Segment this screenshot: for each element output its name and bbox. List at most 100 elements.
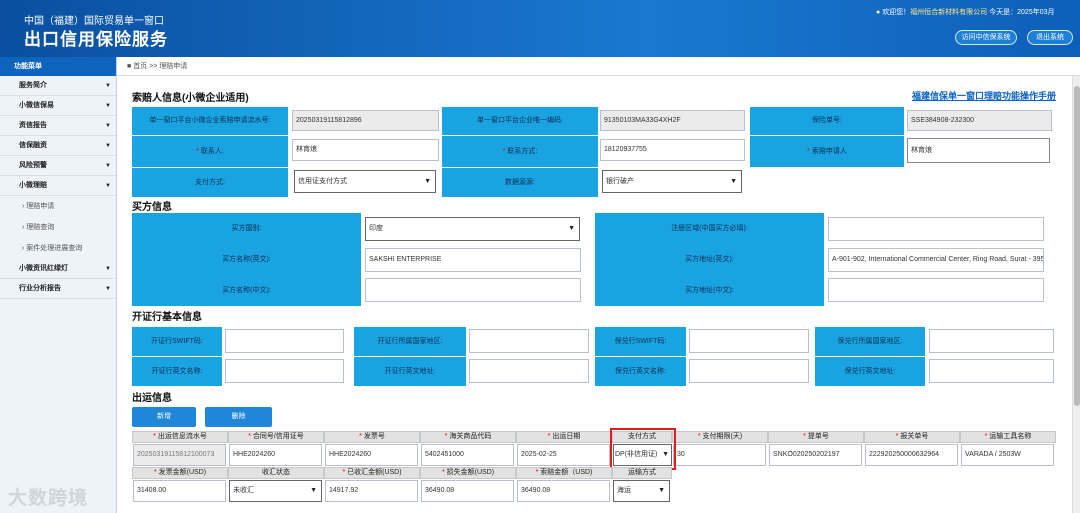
payment-label: 支付方式: xyxy=(132,168,288,197)
delete-shipment-button[interactable]: 删除 xyxy=(205,407,272,427)
sidebar-subitem[interactable]: › 理赔查询 xyxy=(0,217,116,238)
buyer-country-label: 买方国别: xyxy=(132,213,361,244)
contact-field[interactable]: 林育烺 xyxy=(292,139,439,161)
scrollbar-thumb[interactable] xyxy=(1074,86,1080,406)
buyer-country-select[interactable]: 印度 ▼ xyxy=(365,217,580,241)
manual-link[interactable]: 福建信保单一窗口理赔功能操作手册 xyxy=(912,89,1056,102)
sidebar-item-claims[interactable]: 小微理赔 ▼ xyxy=(0,176,116,196)
sidebar-item[interactable]: 风险预警 ▼ xyxy=(0,156,116,176)
sidebar-subitem-label: 案件处理进展查询 xyxy=(26,245,83,252)
confirming-swift-field[interactable] xyxy=(689,329,809,353)
issuing-swift-field[interactable] xyxy=(225,329,344,353)
sidebar-item[interactable]: 资信报告 ▼ xyxy=(0,116,116,136)
col-header-label: 索赔金额（USD) xyxy=(540,469,593,476)
buyer-address-en-field[interactable]: A-901-902, International Commercial Cent… xyxy=(828,248,1044,272)
col-header-label: 提单号 xyxy=(807,433,829,440)
payment-term-field[interactable]: 30 xyxy=(673,444,766,466)
issuing-name-field[interactable] xyxy=(225,359,344,383)
sidebar-item-label: 小微资讯红绿灯 xyxy=(19,265,68,272)
buyer-section-title: 买方信息 xyxy=(132,202,172,213)
col-header: * 已收汇金额(USD) xyxy=(324,467,420,479)
chevron-down-icon: ▼ xyxy=(105,163,111,169)
issuing-address-field[interactable] xyxy=(469,359,589,383)
bill-of-lading-field[interactable]: SNKO020250202197 xyxy=(769,444,862,466)
col-header: * 出运日期 xyxy=(516,431,612,443)
hs-code-field[interactable]: 5402451000 xyxy=(421,444,514,466)
issuing-country-label: 开证行所属国家地区: xyxy=(354,327,466,356)
col-header: * 损失金额(USD) xyxy=(420,467,516,479)
loss-amount-field[interactable]: 36490.08 xyxy=(421,480,514,502)
invoice-amount-field[interactable]: 31408.00 xyxy=(133,480,226,502)
policy-field[interactable]: SSE384908-232300 xyxy=(907,110,1052,131)
highlight-box xyxy=(610,428,676,470)
sidebar-subitem-label: 理赔查询 xyxy=(26,224,55,231)
invoice-no-field[interactable]: HHE2024260 xyxy=(325,444,418,466)
contact-label-text: 联系人: xyxy=(200,148,224,155)
issuing-address-label: 开证行英文地址: xyxy=(354,357,466,386)
sidebar-item[interactable]: 信保融资 ▼ xyxy=(0,136,116,156)
issuing-swift-label: 开证行SWIFT码: xyxy=(132,327,222,356)
issuing-country-field[interactable] xyxy=(469,329,589,353)
ship-date-field[interactable]: 2025-02-25 xyxy=(517,444,610,466)
chevron-down-icon: ▼ xyxy=(105,266,111,272)
col-header-label: 发票号 xyxy=(363,433,385,440)
col-header: * 海关商品代码 xyxy=(420,431,516,443)
contract-no-field[interactable]: HHE2024260 xyxy=(229,444,322,466)
logout-button[interactable]: 退出系统 xyxy=(1027,30,1073,45)
confirming-country-field[interactable] xyxy=(929,329,1054,353)
buyer-region-field[interactable] xyxy=(828,217,1044,241)
serial-field[interactable]: 20250319115812896 xyxy=(292,110,439,131)
shipment-serial-field[interactable]: 20250319115812100073 xyxy=(133,444,226,466)
confirming-address-field[interactable] xyxy=(929,359,1054,383)
vessel-name-field[interactable]: VARADA / 2503W xyxy=(961,444,1054,466)
buyer-name-en-field[interactable]: SAKSHI ENTERPRISE xyxy=(365,248,581,272)
buyer-name-en-label: 买方名称(英文): xyxy=(132,244,361,275)
transport-mode-select[interactable]: 海运 ▼ xyxy=(613,480,670,502)
sidebar-item-label: 行业分析报告 xyxy=(19,285,61,292)
serial-label: 单一窗口平台小微企业索赔申请流水号: xyxy=(132,107,288,135)
confirming-address-label: 保兑行英文地址: xyxy=(815,357,925,386)
breadcrumb: ■ 首页 >> 理赔申请 xyxy=(117,57,1080,76)
sidebar-item[interactable]: 小微资讯红绿灯 ▼ xyxy=(0,259,116,279)
buyer-address-cn-label: 买方地址(中文): xyxy=(595,275,824,306)
collected-amount-field[interactable]: 14917.92 xyxy=(325,480,418,502)
confirming-name-field[interactable] xyxy=(689,359,809,383)
col-header-label: 支付期限(天) xyxy=(702,433,743,440)
buyer-name-cn-field[interactable] xyxy=(365,278,581,302)
chevron-down-icon: ▼ xyxy=(105,143,111,149)
buyer-address-cn-field[interactable] xyxy=(828,278,1044,302)
dropdown-arrow-icon: ▼ xyxy=(568,225,575,232)
col-header-label: 海关商品代码 xyxy=(449,433,492,440)
sidebar-subitem[interactable]: › 案件处理进展查询 xyxy=(0,238,116,259)
sidebar-item-label: 服务简介 xyxy=(19,82,47,89)
sidebar-item[interactable]: 行业分析报告 ▼ xyxy=(0,279,116,299)
transport-mode-value: 海运 xyxy=(617,487,631,494)
collection-status-select[interactable]: 未收汇 ▼ xyxy=(229,480,322,502)
sidebar-item[interactable]: 小微信保易 ▼ xyxy=(0,96,116,116)
sidebar-subitem[interactable]: › 理赔申请 xyxy=(0,196,116,217)
phone-field[interactable]: 18120937755 xyxy=(600,139,745,161)
app-header: 中国（福建）国际贸易单一窗口 出口信用保险服务 ● 欢迎您！福州恒合新材料有限公… xyxy=(0,0,1080,57)
claim-amount-field[interactable]: 36490.08 xyxy=(517,480,610,502)
confirming-country-label: 保兑行所属国家地区: xyxy=(815,327,925,356)
uscc-field[interactable]: 91350103MA33G4XH2F xyxy=(600,110,745,131)
payment-select[interactable]: 信用证支付方式 ▼ xyxy=(294,170,436,193)
breadcrumb-home[interactable]: 首页 xyxy=(133,63,147,70)
sidebar-title: 功能菜单 xyxy=(0,57,116,76)
main-content: 索赔人信息(小微企业适用) 福建信保单一窗口理赔功能操作手册 单一窗口平台小微企… xyxy=(117,76,1080,513)
sidebar-item[interactable]: 服务简介 ▼ xyxy=(0,76,116,96)
sidebar-subitem-label: 理赔申请 xyxy=(26,203,55,210)
policy-label: 保险单号: xyxy=(750,107,904,135)
source-select[interactable]: 银行破产 ▼ xyxy=(602,170,742,193)
sidebar-item-label: 风险预警 xyxy=(19,162,47,169)
user-icon: ● xyxy=(876,9,881,16)
customs-declaration-field[interactable]: 222920250000632964 xyxy=(865,444,958,466)
vertical-scrollbar[interactable] xyxy=(1072,76,1080,513)
confirming-name-label: 保兑行英文名称: xyxy=(595,357,686,386)
dropdown-arrow-icon: ▼ xyxy=(658,487,665,494)
source-value: 银行破产 xyxy=(606,178,634,185)
buyer-address-en-label: 买方地址(英文): xyxy=(595,244,824,275)
add-shipment-button[interactable]: 新增 xyxy=(132,407,196,427)
applicant-field[interactable]: 林育烺 xyxy=(907,138,1050,163)
visit-sinosure-button[interactable]: 访问中信保系统 xyxy=(955,30,1017,45)
